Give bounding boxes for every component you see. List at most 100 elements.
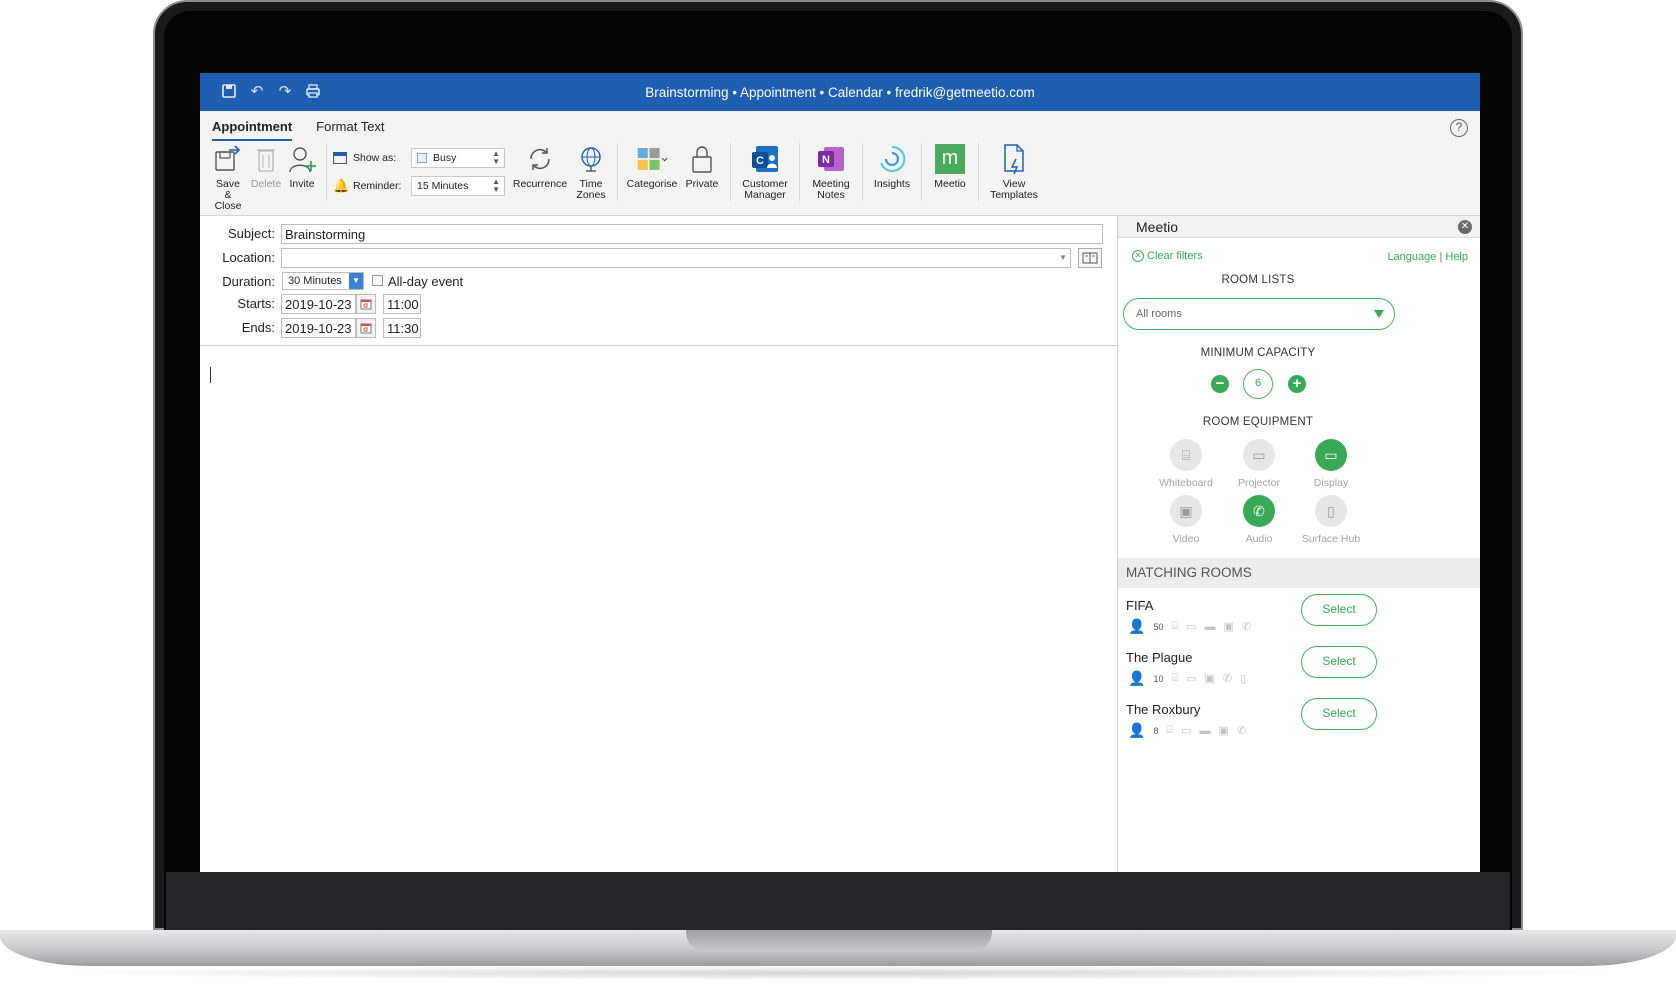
ribbon-tabs: Appointment Format Text [200,111,1480,141]
starts-time-input[interactable]: 11:00 [383,294,421,314]
svg-text:C: C [756,155,764,167]
ends-date-input[interactable]: 2019-10-23 [281,318,356,338]
save-close-label: Save & Close [214,178,242,212]
show-as-dropdown[interactable]: Busy ▲ ▼ [411,148,505,168]
room-item: The Plague 👤 10 ⌸ ▭ ▣ ✆ ▯ Select [1126,646,1480,702]
phone-icon: ✆ [1241,621,1252,633]
subject-input[interactable]: Brainstorming [281,224,1103,244]
clear-filters-link[interactable]: ✕ Clear filters [1132,250,1203,262]
undo-icon[interactable]: ↶ [248,83,266,101]
ribbon-separator [617,143,618,201]
close-icon[interactable]: ✕ [1458,219,1472,234]
save-icon[interactable] [220,83,238,101]
private-label: Private [685,178,719,190]
select-room-button[interactable]: Select [1301,698,1377,730]
matching-rooms-header: MATCHING ROOMS [1118,558,1480,588]
equipment-projector[interactable]: ▭ Projector [1219,439,1299,489]
all-day-checkbox[interactable] [372,275,383,286]
appointment-body-editor[interactable] [200,347,1117,872]
starts-date-input[interactable]: 2019-10-23 [281,294,356,314]
whiteboard-icon: ⌸ [1171,672,1179,684]
equipment-label: Display [1313,477,1349,489]
stepper-icon: ▲ ▼ [492,177,500,194]
duration-dropdown[interactable]: 30 Minutes ▼ [282,272,364,290]
categorise-icon [636,143,668,175]
projector-icon: ▭ [1243,439,1275,471]
insights-button[interactable]: Insights [869,143,915,190]
view-templates-button[interactable]: View Templates [985,143,1043,201]
room-lists-title: ROOM LISTS [1221,274,1295,286]
equipment-display[interactable]: ▭ Display [1291,439,1371,489]
reminder-dropdown[interactable]: 15 Minutes ▲ ▼ [411,176,505,196]
onenote-icon: N [815,143,847,175]
time-zones-button[interactable]: Time Zones [571,143,611,201]
address-book-icon[interactable] [1078,248,1102,268]
help-icon[interactable]: ? [1450,119,1468,137]
print-icon[interactable] [304,83,322,101]
language-link[interactable]: Language [1387,251,1436,263]
increase-capacity-button[interactable]: + [1288,375,1306,393]
equipment-audio[interactable]: ✆ Audio [1219,495,1299,545]
meeting-notes-button[interactable]: N Meeting Notes [806,143,856,201]
select-room-button[interactable]: Select [1301,594,1377,626]
private-button[interactable]: Private [680,143,724,190]
min-capacity-title: MINIMUM CAPACITY [1200,347,1316,359]
display-icon: ▭ [1181,725,1192,737]
language-help-links: Language | Help [1387,251,1468,263]
text-caret [210,367,211,383]
whiteboard-icon: ⌸ [1171,620,1179,632]
duration-value: 30 Minutes [288,275,342,287]
room-capacity: 10 [1153,673,1164,684]
location-dropdown-arrow[interactable]: ▼ [1057,251,1069,265]
video-icon: ▣ [1218,725,1229,737]
calendar-icon[interactable] [356,294,376,314]
capacity-value[interactable]: 6 [1243,369,1273,399]
tab-format-text[interactable]: Format Text [316,119,384,141]
equipment-whiteboard[interactable]: ⌸ Whiteboard [1146,439,1226,489]
busy-swatch [417,153,427,163]
meetio-logo-icon: m [934,143,966,175]
redo-icon[interactable]: ↷ [276,83,294,101]
save-close-button[interactable]: Save & Close [208,143,248,212]
panel-header: Meetio ✕ [1118,216,1480,238]
equipment-label: Surface Hub [1301,533,1361,545]
delete-button[interactable]: Delete [248,143,284,190]
location-label: Location: [222,250,275,265]
laptop-notch [686,930,992,952]
equipment-surface-hub[interactable]: ▯ Surface Hub [1291,495,1371,545]
meetio-button[interactable]: m Meetio [928,143,972,190]
ribbon-separator [921,143,922,201]
invite-button[interactable]: Invite [284,143,320,190]
room-lists-value: All rooms [1136,308,1182,320]
customer-manager-icon: C [749,143,781,175]
room-lists-dropdown[interactable]: All rooms [1123,298,1395,330]
phone-icon: ✆ [1222,673,1233,685]
customer-manager-button[interactable]: C Customer Manager [737,143,793,201]
projector-icon: ▬ [1199,724,1211,737]
clear-filters-label: Clear filters [1147,250,1203,262]
display-icon: ▭ [1186,673,1197,685]
room-capacity: 50 [1153,621,1164,632]
person-icon: 👤 [1128,618,1146,634]
equipment-title: ROOM EQUIPMENT [1202,416,1314,428]
video-icon: ▣ [1204,673,1215,685]
select-room-button[interactable]: Select [1301,646,1377,678]
ribbon-separator [730,143,731,201]
calendar-icon[interactable] [356,318,376,338]
clear-filters-icon: ✕ [1132,250,1144,262]
save-close-icon [212,143,244,175]
categorise-label: Categorise [626,178,678,190]
location-input[interactable] [281,248,1071,268]
equipment-video[interactable]: ▣ Video [1146,495,1226,545]
chevron-down-icon: ▼ [349,273,363,289]
bell-icon: 🔔 [333,178,350,193]
recurrence-button[interactable]: Recurrence [509,143,571,190]
show-as-group: Show as: Busy ▲ ▼ 🔔 Reminder: 15 Minutes … [333,143,505,197]
ends-time-input[interactable]: 11:30 [383,318,421,338]
tab-appointment[interactable]: Appointment [212,119,293,141]
ribbon-separator [862,143,863,201]
help-link[interactable]: Help [1445,251,1468,263]
decrease-capacity-button[interactable]: − [1211,375,1229,393]
ribbon-toolbar: Save & Close Delete Invite Show as: Busy… [200,141,1480,212]
categorise-button[interactable]: Categorise [624,143,680,190]
